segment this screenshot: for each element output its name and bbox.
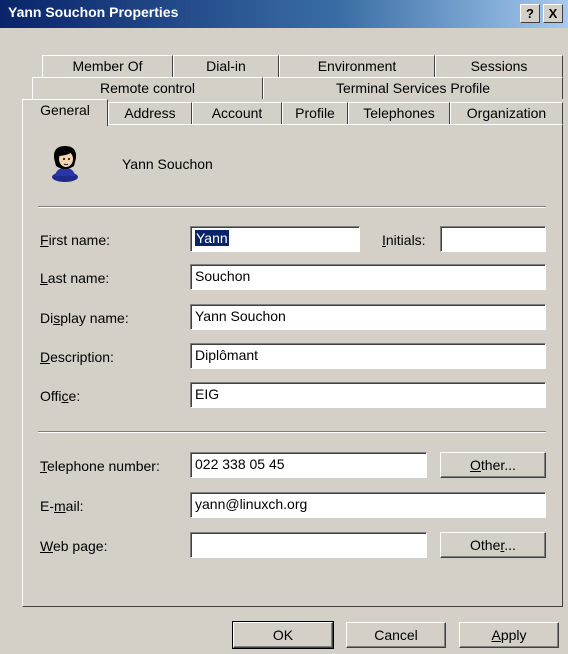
user-icon [50, 144, 80, 185]
first-name-field[interactable]: Yann [190, 226, 360, 252]
separator [38, 431, 546, 433]
tab-account[interactable]: Account [192, 102, 282, 124]
tab-telephones[interactable]: Telephones [348, 102, 450, 124]
last-name-label: Last name: [40, 270, 110, 286]
tab-dial-in[interactable]: Dial-in [173, 55, 279, 77]
web-page-label: Web page: [40, 538, 108, 554]
apply-button[interactable]: Apply [459, 622, 559, 648]
first-name-label: First name: [40, 232, 111, 248]
telephone-field[interactable]: 022 338 05 45 [190, 452, 427, 478]
email-label: E-mail: [40, 498, 84, 514]
initials-field[interactable] [440, 226, 546, 252]
cancel-button[interactable]: Cancel [346, 622, 446, 648]
user-display-name: Yann Souchon [122, 156, 213, 172]
separator [38, 206, 546, 208]
office-field[interactable]: EIG [190, 382, 546, 408]
display-name-field[interactable]: Yann Souchon [190, 304, 546, 330]
office-label: Office: [40, 388, 81, 404]
tab-remote-control[interactable]: Remote control [32, 77, 263, 99]
tab-environment[interactable]: Environment [279, 55, 435, 77]
first-name-value: Yann [195, 230, 229, 246]
close-button[interactable]: X [543, 4, 563, 23]
window-title: Yann Souchon Properties [8, 4, 179, 20]
help-button[interactable]: ? [520, 4, 540, 23]
description-label: Description: [40, 349, 114, 365]
telephone-label: Telephone number: [40, 458, 160, 474]
title-bar[interactable]: Yann Souchon Properties ? X [0, 0, 568, 28]
display-name-label: Display name: [40, 310, 129, 326]
tab-sessions[interactable]: Sessions [435, 55, 563, 77]
other-web-page-button[interactable]: Other... [440, 532, 546, 558]
tab-profile[interactable]: Profile [282, 102, 348, 124]
tab-member-of[interactable]: Member Of [42, 55, 173, 77]
other-telephone-button[interactable]: Other... [440, 452, 546, 478]
description-field[interactable]: Diplômant [190, 343, 546, 369]
ok-button[interactable]: OK [232, 621, 334, 649]
last-name-field[interactable]: Souchon [190, 264, 546, 290]
email-field[interactable]: yann@linuxch.org [190, 492, 546, 518]
tab-address[interactable]: Address [108, 102, 192, 124]
tab-terminal-services-profile[interactable]: Terminal Services Profile [263, 77, 563, 99]
tab-organization[interactable]: Organization [450, 102, 563, 124]
tab-general[interactable]: General [22, 99, 108, 126]
initials-label: Initials: [382, 232, 426, 248]
web-page-field[interactable] [190, 532, 427, 558]
properties-dialog: Yann Souchon Properties ? X Member Of Di… [0, 0, 568, 654]
